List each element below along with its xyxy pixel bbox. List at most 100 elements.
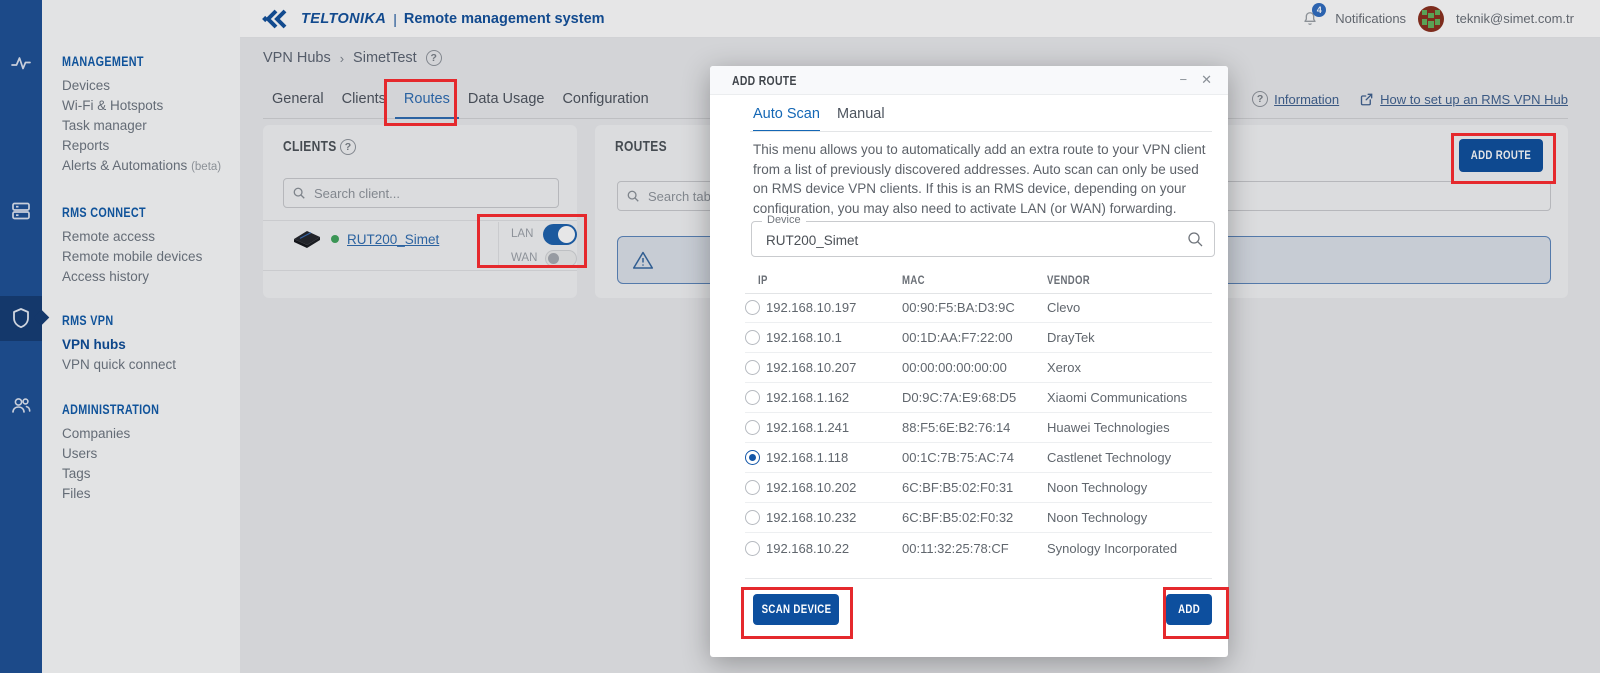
modal-title: ADD ROUTE	[732, 73, 797, 88]
help-question-icon[interactable]: ?	[426, 50, 442, 66]
table-row[interactable]: 192.168.1.24188:F5:6E:B2:76:14Huawei Tec…	[745, 413, 1212, 443]
modal-tab-auto-scan[interactable]: Auto Scan	[753, 106, 820, 132]
sidebar-item-companies[interactable]: Companies	[62, 424, 232, 444]
notifications-label[interactable]: Notifications	[1335, 11, 1406, 26]
clients-help-icon[interactable]: ?	[340, 139, 356, 155]
mac-column-header: MAC	[902, 273, 925, 287]
top-header-bar: TELTONIKA | Remote management system 4 N…	[240, 0, 1600, 38]
modal-description: This menu allows you to automatically ad…	[753, 140, 1215, 218]
row-radio-button[interactable]	[745, 510, 760, 525]
administration-users-icon[interactable]	[0, 393, 42, 417]
row-radio-button-checked[interactable]	[745, 450, 760, 465]
user-email[interactable]: teknik@simet.com.tr	[1456, 11, 1574, 26]
forwarding-toggles: LAN WAN	[498, 222, 577, 268]
information-link[interactable]: ? Information	[1252, 91, 1339, 107]
add-route-modal: ADD ROUTE − ✕ Auto Scan Manual This menu…	[710, 66, 1228, 657]
scan-device-button[interactable]: SCAN DEVICE	[753, 594, 839, 625]
breadcrumb-simettest: SimetTest	[353, 50, 417, 66]
divider	[263, 270, 577, 271]
sidebar-item-files[interactable]: Files	[62, 484, 232, 504]
app-title: Remote management system	[404, 11, 605, 27]
breadcrumb: VPN Hubs › SimetTest ?	[263, 46, 442, 70]
row-radio-button[interactable]	[745, 330, 760, 345]
row-radio-button[interactable]	[745, 300, 760, 315]
row-radio-button[interactable]	[745, 480, 760, 495]
table-row[interactable]: 192.168.10.100:1D:AA:F7:22:00DrayTek	[745, 323, 1212, 353]
icon-rail	[0, 0, 42, 673]
table-row[interactable]: 192.168.10.2200:11:32:25:78:CFSynology I…	[745, 533, 1212, 563]
routes-panel-title: ROUTES	[615, 138, 667, 155]
add-button[interactable]: ADD	[1166, 594, 1212, 625]
clients-panel-title: CLIENTS	[283, 138, 337, 155]
sidebar-item-devices[interactable]: Devices	[62, 76, 232, 96]
table-row[interactable]: 192.168.10.2326C:BF:B5:02:F0:32Noon Tech…	[745, 503, 1212, 533]
breadcrumb-separator-icon: ›	[340, 51, 344, 66]
sidebar-item-task-manager[interactable]: Task manager	[62, 116, 232, 136]
add-route-button[interactable]: ADD ROUTE	[1459, 139, 1543, 172]
client-search-input[interactable]	[312, 185, 550, 202]
router-device-icon	[291, 226, 323, 252]
ip-column-header: IP	[758, 273, 768, 287]
scan-table-header: IP MAC VENDOR	[745, 266, 1212, 294]
sidebar-item-alerts-automations[interactable]: Alerts & Automations (beta)	[62, 156, 232, 177]
brand-name: TELTONIKA	[301, 11, 386, 27]
sidebar-section-administration: ADMINISTRATION	[62, 402, 159, 417]
sidebar-item-remote-mobile-devices[interactable]: Remote mobile devices	[62, 247, 232, 267]
table-row-selected[interactable]: 192.168.1.11800:1C:7B:75:AC:74Castlenet …	[745, 443, 1212, 473]
sidebar-item-access-history[interactable]: Access history	[62, 267, 232, 287]
management-activity-icon[interactable]	[0, 51, 42, 75]
row-radio-button[interactable]	[745, 390, 760, 405]
scan-results-table: 192.168.10.19700:90:F5:BA:D3:9CClevo 192…	[745, 293, 1212, 563]
table-row[interactable]: 192.168.10.2026C:BF:B5:02:F0:31Noon Tech…	[745, 473, 1212, 503]
client-device-row: RUT200_Simet LAN WAN	[263, 220, 577, 270]
row-radio-button[interactable]	[745, 360, 760, 375]
rms-application-window: MANAGEMENT Devices Wi-Fi & Hotspots Task…	[0, 0, 1600, 673]
vendor-column-header: VENDOR	[1047, 273, 1090, 287]
device-search-icon[interactable]	[1186, 230, 1204, 248]
device-field-input[interactable]	[764, 222, 1178, 258]
sidebar-item-remote-access[interactable]: Remote access	[62, 227, 232, 247]
table-row[interactable]: 192.168.10.19700:90:F5:BA:D3:9CClevo	[745, 293, 1212, 323]
sidebar-item-wifi-hotspots[interactable]: Wi-Fi & Hotspots	[62, 96, 232, 116]
sidebar-item-tags[interactable]: Tags	[62, 464, 232, 484]
wan-toggle[interactable]	[545, 250, 577, 267]
minimize-icon[interactable]: −	[1180, 72, 1188, 88]
modal-tabs-divider	[750, 131, 1212, 132]
notification-count-badge: 4	[1312, 3, 1326, 17]
sidebar-item-reports[interactable]: Reports	[62, 136, 232, 156]
breadcrumb-vpn-hubs[interactable]: VPN Hubs	[263, 50, 331, 66]
warning-triangle-icon	[632, 250, 654, 270]
tab-configuration[interactable]: Configuration	[553, 80, 657, 118]
row-radio-button[interactable]	[745, 541, 760, 556]
sidebar-item-users[interactable]: Users	[62, 444, 232, 464]
table-row[interactable]: 192.168.10.20700:00:00:00:00:00Xerox	[745, 353, 1212, 383]
beta-tag: (beta)	[191, 161, 221, 173]
client-search-field[interactable]	[283, 178, 559, 208]
modal-tab-manual[interactable]: Manual	[837, 106, 885, 130]
sidebar-item-vpn-hubs[interactable]: VPN hubs	[62, 335, 232, 355]
close-icon[interactable]: ✕	[1201, 72, 1212, 88]
lan-toggle[interactable]	[543, 224, 577, 245]
sidebar-item-vpn-quick-connect[interactable]: VPN quick connect	[62, 355, 232, 375]
notification-bell-icon[interactable]: 4	[1297, 6, 1323, 32]
rms-connect-servers-icon[interactable]	[0, 199, 42, 223]
tab-data-usage[interactable]: Data Usage	[459, 80, 554, 118]
teltonika-logo-icon	[262, 9, 294, 29]
search-icon	[626, 189, 640, 203]
online-status-dot	[331, 235, 339, 243]
howto-link[interactable]: How to set up an RMS VPN Hub	[1359, 92, 1568, 107]
sidebar-section-management: MANAGEMENT	[62, 54, 144, 69]
lan-label: LAN	[511, 228, 535, 240]
modal-titlebar: ADD ROUTE − ✕	[710, 66, 1228, 95]
tab-routes[interactable]: Routes	[395, 80, 459, 119]
sidebar-section-rms-vpn: RMS VPN	[62, 313, 113, 328]
clients-panel: CLIENTS ? RUT200_Simet LAN WAN	[263, 125, 577, 298]
tab-general[interactable]: General	[263, 80, 333, 118]
sidebar-navigation: MANAGEMENT Devices Wi-Fi & Hotspots Task…	[42, 0, 240, 673]
user-avatar[interactable]	[1418, 6, 1444, 32]
client-device-link[interactable]: RUT200_Simet	[347, 232, 439, 247]
brand-separator: |	[393, 11, 397, 27]
tab-clients[interactable]: Clients	[333, 80, 395, 118]
table-row[interactable]: 192.168.1.162D0:9C:7A:E9:68:D5Xiaomi Com…	[745, 383, 1212, 413]
row-radio-button[interactable]	[745, 420, 760, 435]
